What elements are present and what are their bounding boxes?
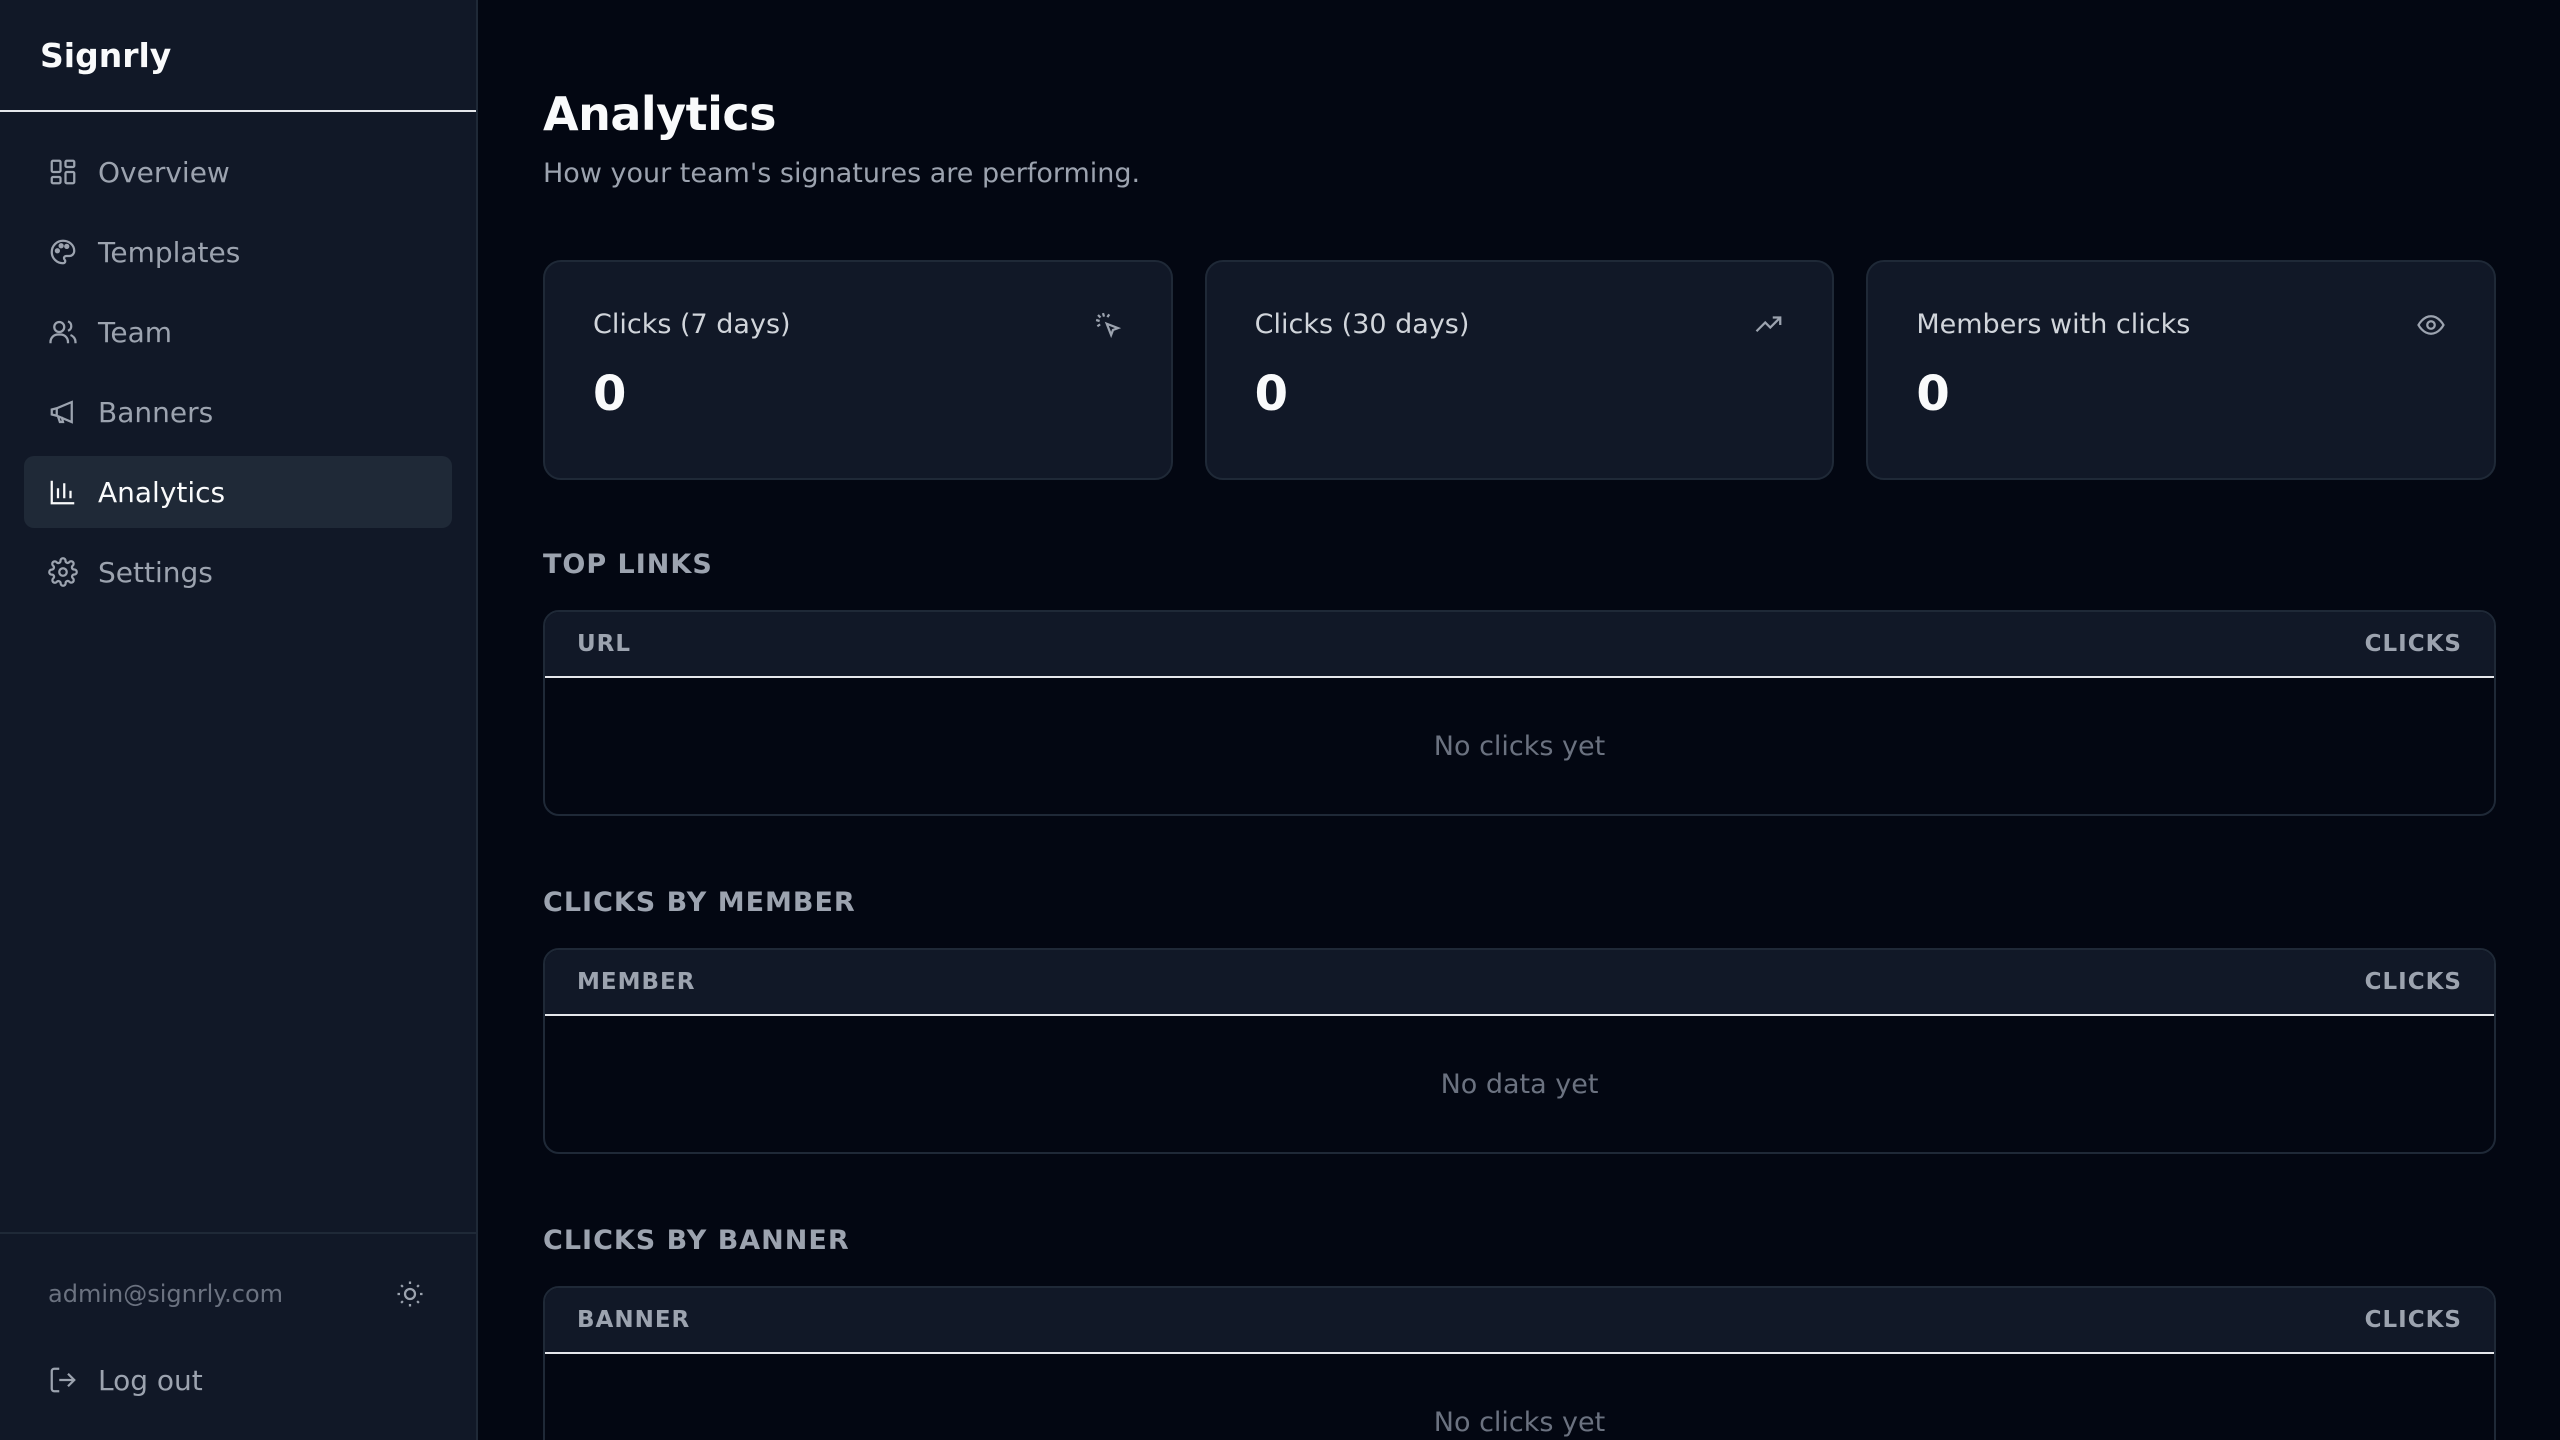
trending-up-icon <box>1754 310 1784 340</box>
column-header-clicks[interactable]: CLICKS <box>2365 1307 2462 1333</box>
table-header: BANNER CLICKS <box>545 1288 2494 1354</box>
logout-icon <box>48 1365 78 1395</box>
page-subtitle: How your team's signatures are performin… <box>543 158 1141 189</box>
users-icon <box>48 317 78 347</box>
stat-value: 0 <box>1916 366 1950 422</box>
table-header: MEMBER CLICKS <box>545 950 2494 1016</box>
user-row: admin@signrly.com <box>24 1258 452 1330</box>
stat-label: Members with clicks <box>1916 309 2191 340</box>
main-content: Analytics How your team's signatures are… <box>478 0 2560 1440</box>
column-header-clicks[interactable]: CLICKS <box>2365 969 2462 995</box>
grid-icon <box>48 157 78 187</box>
stat-label: Clicks (7 days) <box>593 309 791 340</box>
page-title: Analytics <box>543 87 777 141</box>
column-header-banner[interactable]: BANNER <box>577 1307 690 1333</box>
sun-icon[interactable] <box>392 1276 428 1312</box>
gear-icon <box>48 557 78 587</box>
sidebar-item-label: Templates <box>98 235 241 269</box>
brand-logo[interactable]: Signrly <box>0 0 476 112</box>
column-header-clicks[interactable]: CLICKS <box>2365 631 2462 657</box>
stat-value: 0 <box>593 366 627 422</box>
clicks-by-banner-table: BANNER CLICKS No clicks yet <box>543 1286 2496 1440</box>
pointer-click-icon <box>1093 310 1123 340</box>
clicks-by-member-table: MEMBER CLICKS No data yet <box>543 948 2496 1154</box>
empty-state: No clicks yet <box>1433 1406 1606 1438</box>
stat-card-clicks-30-days: Clicks (30 days) 0 <box>1204 260 1835 480</box>
stats-row: Clicks (7 days) 0 Clicks (30 days) 0 Mem… <box>543 260 2497 480</box>
app-shell: Signrly Overview Templates Team Banners … <box>0 0 2560 1440</box>
palette-icon <box>48 237 78 267</box>
eye-icon <box>2416 310 2446 340</box>
column-header-member[interactable]: MEMBER <box>577 969 695 995</box>
sidebar-item-label: Analytics <box>98 475 226 509</box>
sidebar-item-templates[interactable]: Templates <box>24 216 452 288</box>
sidebar-footer: admin@signrly.com Log out <box>0 1232 476 1440</box>
sidebar-item-label: Overview <box>98 155 230 189</box>
sidebar-item-overview[interactable]: Overview <box>24 136 452 208</box>
stat-card-clicks-7-days: Clicks (7 days) 0 <box>543 260 1173 480</box>
section-title-top-links: TOP LINKS <box>543 549 713 580</box>
user-email: admin@signrly.com <box>48 1280 284 1308</box>
section-title-clicks-by-banner: CLICKS BY BANNER <box>543 1225 850 1256</box>
megaphone-icon <box>48 397 78 427</box>
empty-state: No clicks yet <box>1433 730 1606 762</box>
empty-state: No data yet <box>1440 1068 1599 1100</box>
bar-chart-icon <box>48 477 78 507</box>
top-links-table: URL CLICKS No clicks yet <box>543 610 2496 816</box>
sidebar-item-label: Team <box>98 315 173 349</box>
sidebar-nav: Overview Templates Team Banners Analytic… <box>0 112 476 1232</box>
sidebar: Signrly Overview Templates Team Banners … <box>0 0 478 1440</box>
sidebar-item-label: Settings <box>98 555 213 589</box>
sidebar-item-label: Banners <box>98 395 214 429</box>
logout-label: Log out <box>98 1363 203 1397</box>
column-header-url[interactable]: URL <box>577 631 631 657</box>
table-header: URL CLICKS <box>545 612 2494 678</box>
sidebar-item-settings[interactable]: Settings <box>24 536 452 608</box>
section-title-clicks-by-member: CLICKS BY MEMBER <box>543 887 856 918</box>
sidebar-item-analytics[interactable]: Analytics <box>24 456 452 528</box>
sidebar-item-team[interactable]: Team <box>24 296 452 368</box>
logout-button[interactable]: Log out <box>24 1344 452 1416</box>
stat-card-members-with-clicks: Members with clicks 0 <box>1866 260 2497 480</box>
stat-value: 0 <box>1254 366 1289 422</box>
sidebar-item-banners[interactable]: Banners <box>24 376 452 448</box>
stat-label: Clicks (30 days) <box>1254 309 1470 340</box>
